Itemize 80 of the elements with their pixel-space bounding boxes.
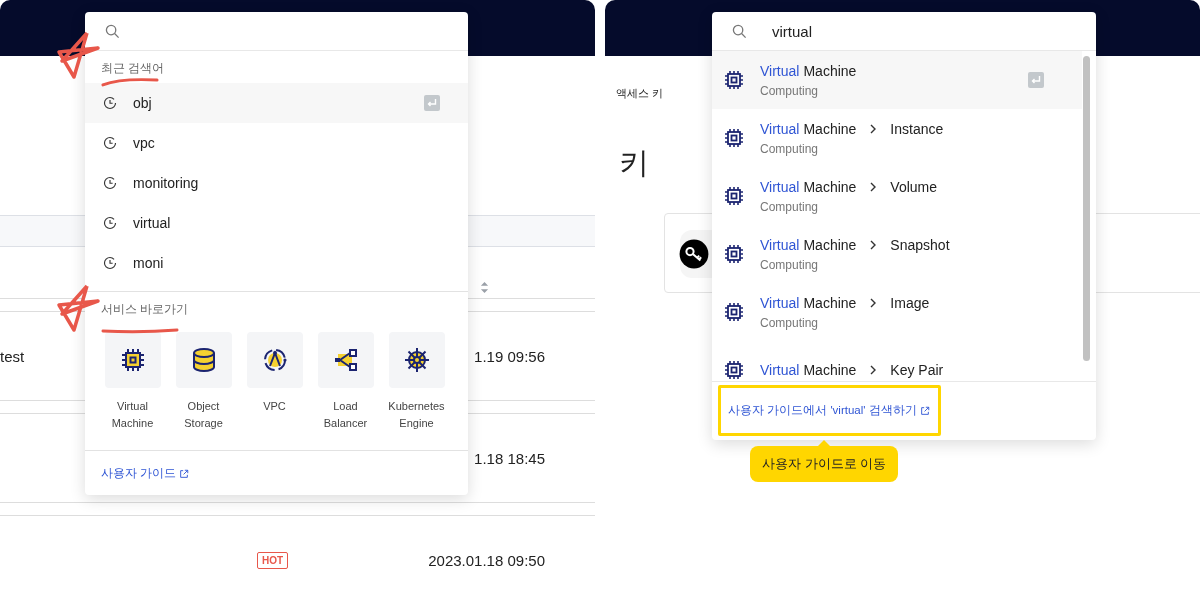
search-result[interactable]: Virtual Machine Key Pair <box>712 341 1082 381</box>
result-category: Computing <box>760 199 820 214</box>
chip-icon <box>724 70 744 90</box>
result-subtitle: Snapshot <box>890 236 950 253</box>
result-title: Machine <box>803 120 857 137</box>
result-subtitle: Key Pair <box>890 362 944 378</box>
star-icon <box>54 30 100 80</box>
underline-mark <box>101 77 159 87</box>
external-link-icon <box>919 405 930 416</box>
service-shortcut[interactable]: VPC <box>239 332 310 432</box>
chip-icon <box>724 360 744 380</box>
result-title-match: Virtual <box>760 120 800 137</box>
section-title: 서비스 바로가기 <box>101 302 189 316</box>
recent-search-item[interactable]: virtual <box>85 203 468 243</box>
search-field[interactable]: virtual <box>772 20 1052 42</box>
date-cell: 1.19 09:56 <box>474 347 545 365</box>
tooltip: 사용자 가이드로 이동 <box>750 446 899 482</box>
recent-search-item[interactable]: vpc <box>85 123 468 163</box>
date-cell: 1.18 18:45 <box>474 449 545 467</box>
clock-icon <box>103 136 117 150</box>
enter-key-icon <box>1028 72 1044 88</box>
service-shortcut[interactable]: Virtual Machine <box>97 332 168 432</box>
result-subtitle: Image <box>890 294 930 311</box>
chevron-icon <box>870 365 877 375</box>
result-title-match: Virtual <box>760 62 800 79</box>
service-shortcut[interactable]: Object Storage <box>168 332 239 432</box>
result-category: Computing <box>760 257 820 272</box>
search-result[interactable]: Virtual Machine Instance Computing <box>712 109 1082 167</box>
chip-icon <box>724 186 744 206</box>
enter-key-icon <box>424 95 440 111</box>
result-title-match: Virtual <box>760 294 800 311</box>
scrollbar[interactable] <box>1083 56 1090 361</box>
search-icon <box>732 23 747 39</box>
search-result[interactable]: Virtual Machine Computing <box>712 51 1082 109</box>
result-title-match: Virtual <box>760 362 800 378</box>
chevron-icon <box>870 297 877 308</box>
helm-wheel-icon <box>402 346 431 374</box>
search-icon <box>105 23 120 39</box>
page-heading: 키 <box>619 145 649 181</box>
result-title-match: Virtual <box>760 236 800 253</box>
chevron-icon <box>870 123 877 134</box>
result-subtitle: Instance <box>890 120 944 137</box>
guide-search-link[interactable]: 사용자 가이드에서 'virtual' 검색하기 <box>718 385 941 436</box>
user-guide-link[interactable]: 사용자 가이드 <box>101 466 190 481</box>
clock-icon <box>103 176 117 190</box>
clock-icon <box>103 256 117 270</box>
search-result[interactable]: Virtual Machine Snapshot Computing <box>712 225 1082 283</box>
section-title: 최근 검색어 <box>101 61 165 75</box>
star-icon <box>54 283 100 333</box>
tooltip-arrow <box>818 440 831 446</box>
chevron-icon <box>870 181 877 192</box>
search-result[interactable]: Virtual Machine Volume Computing <box>712 167 1082 225</box>
result-title: Machine <box>803 62 857 79</box>
chevron-icon <box>870 239 877 250</box>
result-title: Machine <box>803 362 857 378</box>
result-category: Computing <box>760 315 820 330</box>
service-shortcut[interactable]: Kubernetes Engine <box>381 332 452 432</box>
sort-icon[interactable] <box>480 281 489 294</box>
clock-icon <box>103 216 117 230</box>
chip-icon <box>724 302 744 322</box>
result-title: Machine <box>803 294 857 311</box>
table-cell: test <box>0 347 25 365</box>
external-link-icon <box>179 468 190 479</box>
result-title-match: Virtual <box>760 178 800 195</box>
result-subtitle: Volume <box>890 178 938 195</box>
hot-badge: HOT <box>257 551 289 569</box>
search-result[interactable]: Virtual Machine Image Computing <box>712 283 1082 341</box>
clock-icon <box>103 96 117 110</box>
recent-search-item[interactable]: monitoring <box>85 163 468 203</box>
date-cell: 2023.01.18 09:50 <box>428 551 545 569</box>
result-category: Computing <box>760 141 820 156</box>
chip-icon <box>724 128 744 148</box>
result-title: Machine <box>803 236 857 253</box>
recent-search-item[interactable]: moni <box>85 243 468 283</box>
result-title: Machine <box>803 178 857 195</box>
service-shortcut[interactable]: Load Balancer <box>310 332 381 432</box>
recent-search-item[interactable]: obj <box>85 83 468 123</box>
result-category: Computing <box>760 83 820 98</box>
breadcrumb: 액세스 키 <box>616 86 664 101</box>
chip-icon <box>724 244 744 264</box>
